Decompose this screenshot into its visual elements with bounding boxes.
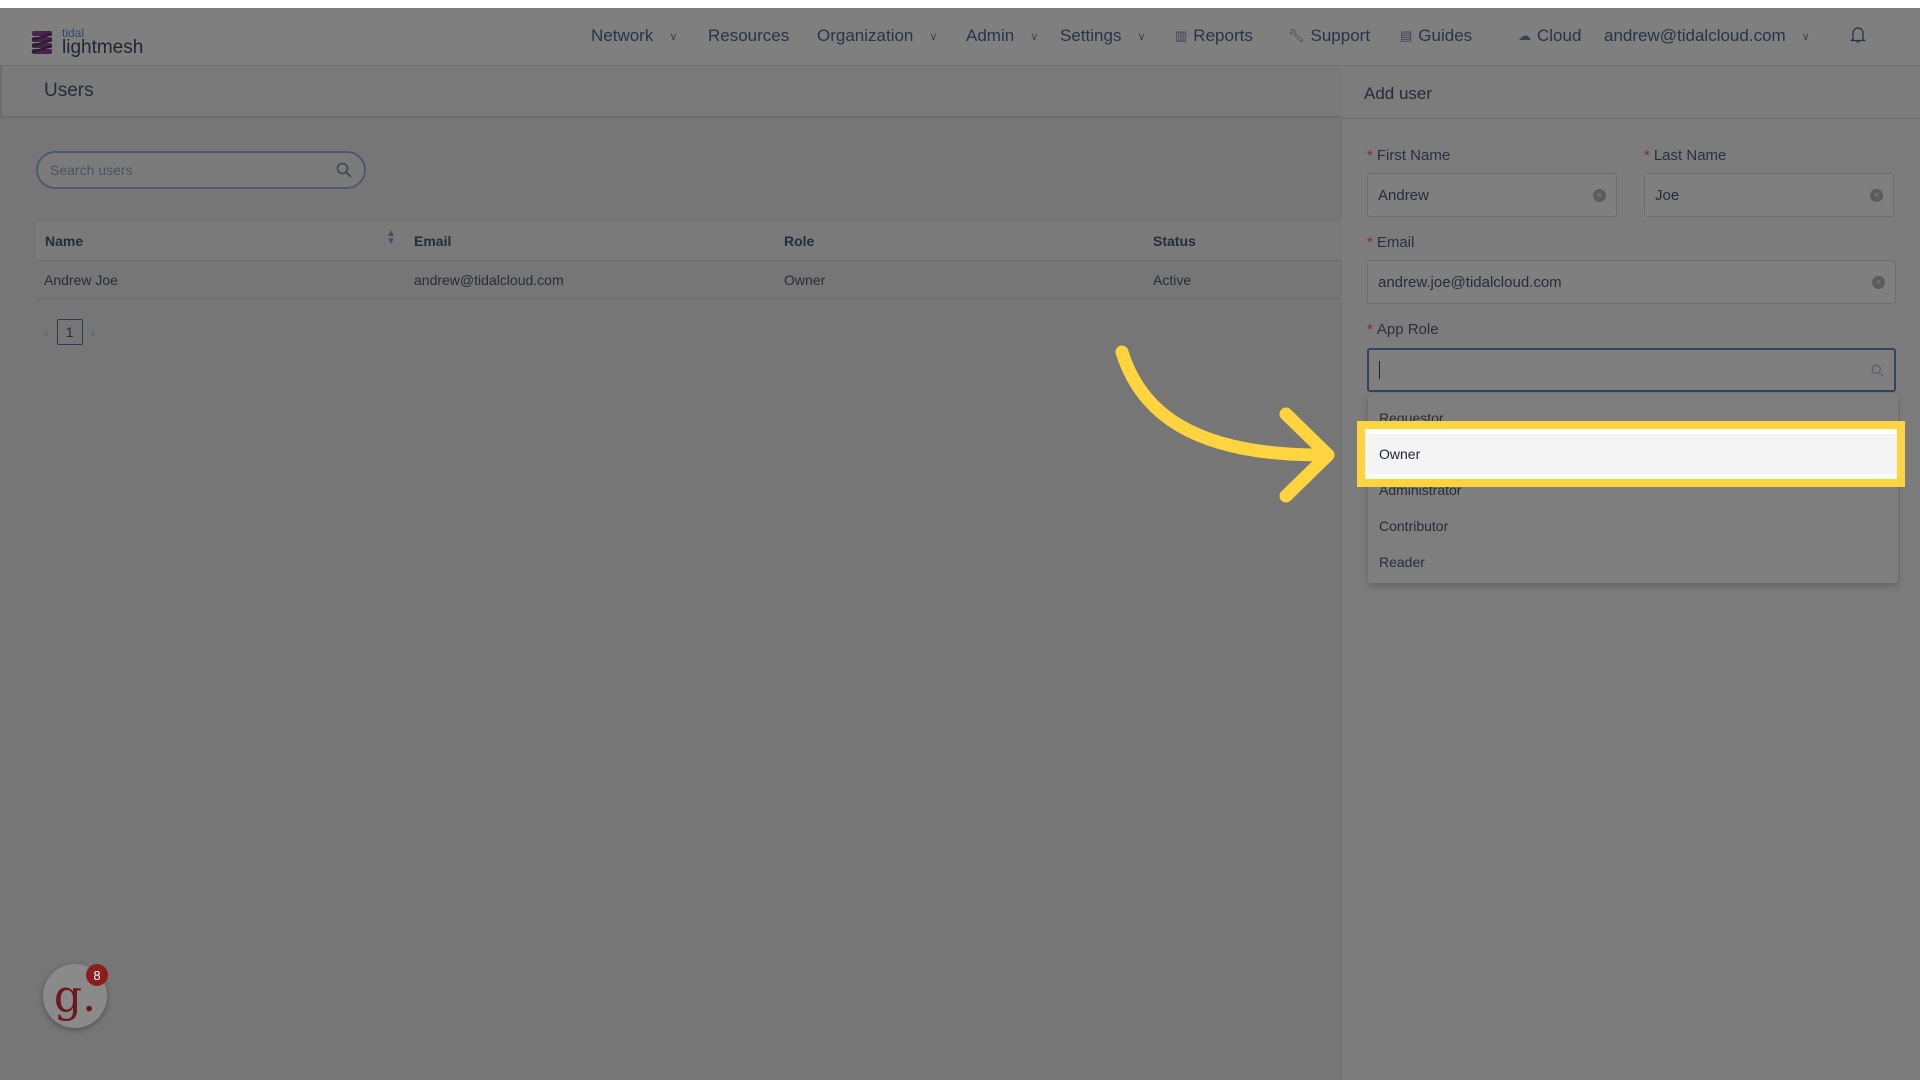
- bell-icon: [1850, 27, 1866, 43]
- app-role-label-text: App Role: [1376, 321, 1439, 338]
- cloud-icon: ☁︎: [1518, 28, 1531, 43]
- highlighted-row: [1365, 434, 1897, 474]
- logo-icon: [31, 30, 53, 54]
- bar-chart-icon: ▥: [1175, 28, 1188, 43]
- highlight-frame: [1357, 421, 1905, 487]
- page-1-button[interactable]: 1: [56, 319, 83, 345]
- last-name-label-text: Last Name: [1653, 147, 1727, 164]
- nav-guides-label: Guides: [1418, 26, 1473, 45]
- nav-guides[interactable]: ▤ Guides: [1400, 26, 1472, 46]
- search-icon[interactable]: [336, 162, 352, 178]
- nav-network[interactable]: Network ∨: [591, 26, 677, 46]
- column-name[interactable]: Name: [45, 233, 83, 249]
- nav-resources-label: Resources: [708, 26, 790, 45]
- logo-text: lightmesh: [62, 37, 144, 58]
- chevron-down-icon: ∨: [1801, 30, 1810, 43]
- sort-icon[interactable]: ▲ ▼: [386, 229, 396, 247]
- chevron-down-icon: ∨: [1030, 30, 1039, 43]
- panel-title: Add user: [1364, 84, 1433, 103]
- email-value: andrew.joe@tidalcloud.com: [1378, 273, 1562, 291]
- next-page-icon[interactable]: ›: [91, 324, 96, 340]
- nav-reports[interactable]: ▥ Reports: [1175, 26, 1253, 46]
- first-name-value: Andrew: [1378, 186, 1429, 204]
- email-label-text: Email: [1376, 234, 1415, 251]
- nav-cloud-label: Cloud: [1537, 26, 1582, 45]
- search-placeholder: Search users: [50, 162, 133, 178]
- nav-organization-label: Organization: [817, 26, 914, 45]
- user-email: andrew@tidalcloud.com: [414, 272, 564, 288]
- add-user-panel: Add user * First Name Andrew × * Last Name …: [1342, 66, 1920, 1080]
- notification-badge: 8: [86, 964, 108, 986]
- user-status: Active: [1153, 272, 1192, 288]
- nav-cloud[interactable]: ☁︎ Cloud: [1518, 26, 1581, 46]
- user-role: Owner: [784, 272, 826, 288]
- search-icon: [1871, 364, 1884, 377]
- user-name: Andrew Joe: [44, 272, 118, 288]
- role-option-owner[interactable]: Owner: [1379, 446, 1420, 462]
- logo[interactable]: tidal lightmesh: [30, 27, 144, 58]
- table-row[interactable]: Andrew Joe andrew@tidalcloud.com Owner A…: [36, 261, 1342, 299]
- email-label: * Email: [1367, 234, 1415, 251]
- nav-support-label: Support: [1310, 26, 1371, 45]
- column-role: Role: [784, 233, 815, 249]
- nav-reports-label: Reports: [1193, 26, 1253, 45]
- last-name-label: * Last Name: [1644, 147, 1727, 164]
- prev-page-icon[interactable]: ‹: [44, 324, 49, 340]
- app-role-label: * App Role: [1367, 321, 1439, 338]
- role-option-contributor[interactable]: Contributor: [1379, 518, 1448, 534]
- wrench-icon: 🔧︎: [1288, 28, 1305, 43]
- clear-icon[interactable]: ×: [1870, 188, 1883, 202]
- last-name-field[interactable]: Joe ×: [1644, 173, 1894, 217]
- nav-settings[interactable]: Settings ∨: [1060, 26, 1146, 46]
- users-table: Name ▲ ▼ Email Role Status Andrew Joe and…: [36, 222, 1342, 299]
- first-name-label: * First Name: [1367, 147, 1451, 164]
- nav-settings-label: Settings: [1060, 26, 1122, 45]
- notifications-button[interactable]: [1850, 26, 1866, 44]
- text-cursor: [1379, 361, 1380, 379]
- chevron-down-icon: ∨: [1137, 30, 1146, 43]
- chevron-down-icon: ∨: [929, 30, 938, 43]
- arrow-annotation-icon: [1115, 345, 1335, 503]
- clear-icon[interactable]: ×: [1593, 188, 1606, 202]
- role-option-reader[interactable]: Reader: [1379, 554, 1425, 570]
- page-header: Users: [0, 66, 1342, 118]
- column-status: Status: [1153, 233, 1196, 249]
- nav-network-label: Network: [591, 26, 654, 45]
- email-field[interactable]: andrew.joe@tidalcloud.com ×: [1367, 260, 1896, 304]
- top-strip: [0, 0, 1920, 8]
- panel-header: Add user: [1342, 66, 1920, 119]
- nav-admin[interactable]: Admin ∨: [966, 26, 1038, 46]
- clear-icon[interactable]: ×: [1872, 275, 1885, 289]
- search-input[interactable]: Search users: [36, 151, 366, 189]
- top-nav: tidal lightmesh Network ∨ Resources Organi…: [0, 8, 1920, 66]
- book-icon: ▤: [1400, 28, 1413, 43]
- column-email: Email: [414, 233, 452, 249]
- page-title: Users: [44, 80, 94, 101]
- first-name-field[interactable]: Andrew ×: [1367, 173, 1617, 217]
- pagination: ‹ 1 ›: [44, 319, 95, 345]
- last-name-value: Joe: [1655, 186, 1680, 204]
- nav-admin-label: Admin: [966, 26, 1015, 45]
- account-email: andrew@tidalcloud.com: [1604, 26, 1786, 45]
- first-name-label-text: First Name: [1376, 147, 1451, 164]
- chevron-down-icon: ∨: [669, 30, 678, 43]
- nav-resources[interactable]: Resources: [708, 26, 789, 46]
- nav-organization[interactable]: Organization ∨: [817, 26, 937, 46]
- account-menu[interactable]: andrew@tidalcloud.com ∨: [1604, 26, 1810, 46]
- app-role-select[interactable]: [1367, 348, 1896, 392]
- table-header: Name ▲ ▼ Email Role Status: [36, 222, 1342, 261]
- nav-support[interactable]: 🔧︎ Support: [1288, 26, 1370, 46]
